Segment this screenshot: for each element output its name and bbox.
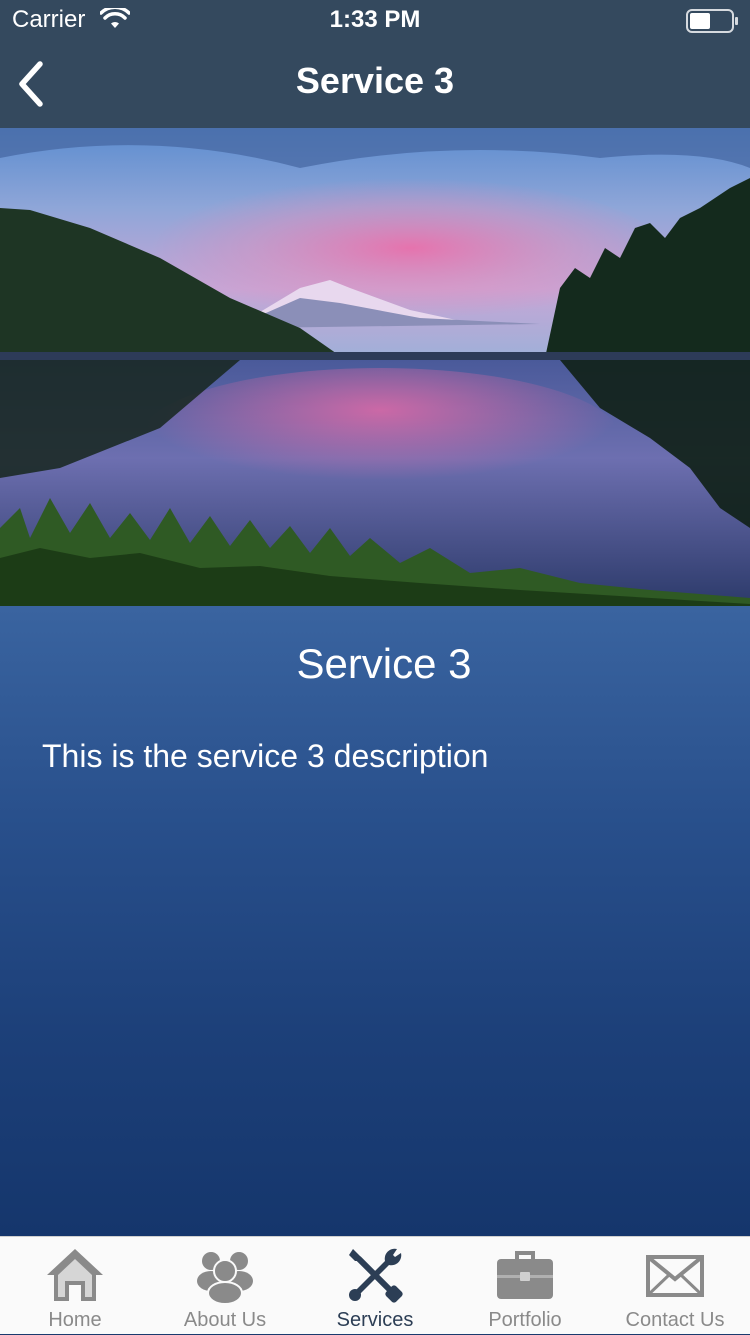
header: Carrier 1:33 PM Service 3 (0, 0, 750, 128)
status-bar: Carrier 1:33 PM (0, 0, 750, 40)
envelope-icon (646, 1255, 704, 1297)
tab-portfolio[interactable]: Portfolio (450, 1237, 600, 1335)
tab-about-us[interactable]: About Us (150, 1237, 300, 1335)
landscape-image (0, 128, 750, 606)
battery-icon (686, 9, 738, 33)
home-icon (47, 1249, 103, 1301)
tab-contact-us-label: Contact Us (625, 1309, 725, 1331)
service-description: This is the service 3 description (42, 738, 489, 774)
hero-image (0, 128, 750, 606)
people-icon (197, 1252, 253, 1305)
tab-home-label: Home (48, 1309, 102, 1331)
tab-services[interactable]: Services (300, 1237, 450, 1335)
tab-portfolio-label: Portfolio (488, 1309, 562, 1331)
service-title: Service 3 (296, 640, 472, 687)
tab-services-label: Services (336, 1309, 414, 1331)
status-time: 1:33 PM (329, 6, 421, 33)
tab-bar: Home About Us Services Portfolio Contact… (0, 1236, 750, 1334)
tools-icon (349, 1248, 403, 1303)
service-content: Service 3 This is the service 3 descript… (0, 606, 750, 1236)
briefcase-icon (497, 1251, 553, 1299)
page-title: Service 3 (295, 60, 455, 101)
tab-home[interactable]: Home (0, 1237, 150, 1335)
tab-contact-us[interactable]: Contact Us (600, 1237, 750, 1335)
nav-bar: Service 3 (0, 40, 750, 128)
tab-about-us-label: About Us (183, 1309, 267, 1331)
